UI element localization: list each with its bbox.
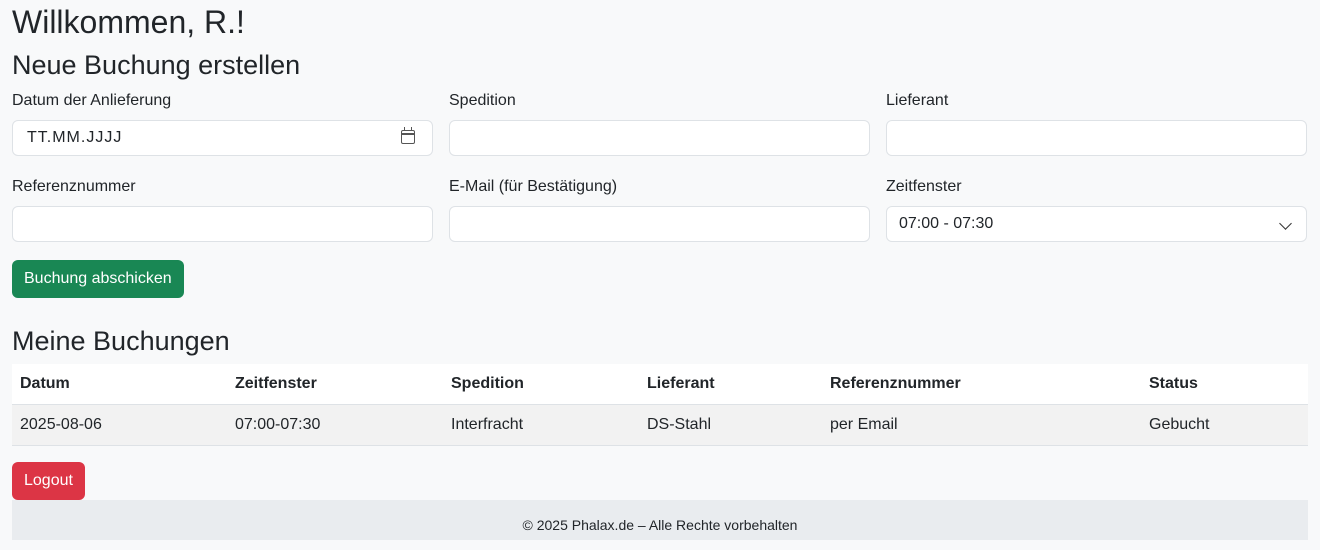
zeitfenster-label: Zeitfenster <box>886 178 962 195</box>
footer-text: © 2025 Phalax.de – Alle Rechte vorbehalt… <box>522 517 798 533</box>
column-header-referenznummer: Referenznummer <box>822 364 1141 405</box>
date-placeholder: TT.MM.JJJJ <box>27 129 123 146</box>
column-header-spedition: Spedition <box>443 364 639 405</box>
column-header-lieferant: Lieferant <box>639 364 822 405</box>
referenz-input[interactable] <box>12 206 433 242</box>
spedition-label: Spedition <box>449 92 516 109</box>
bookings-table: Datum Zeitfenster Spedition Lieferant Re… <box>12 364 1308 446</box>
email-label: E-Mail (für Bestätigung) <box>449 178 618 195</box>
date-field-group: Datum der Anlieferung TT.MM.JJJJ <box>12 90 433 156</box>
cell-datum: 2025-08-06 <box>12 404 227 446</box>
cell-zeitfenster: 07:00-07:30 <box>227 404 443 446</box>
email-input[interactable] <box>449 206 870 242</box>
column-header-zeitfenster: Zeitfenster <box>227 364 443 405</box>
cell-status: Gebucht <box>1141 404 1308 446</box>
spedition-input[interactable] <box>449 120 870 156</box>
table-header-row: Datum Zeitfenster Spedition Lieferant Re… <box>12 364 1308 405</box>
column-header-status: Status <box>1141 364 1308 405</box>
lieferant-label: Lieferant <box>886 92 949 109</box>
spedition-field-group: Spedition <box>449 90 870 156</box>
table-row: 2025-08-06 07:00-07:30 Interfracht DS-St… <box>12 404 1308 446</box>
calendar-icon[interactable] <box>401 127 415 144</box>
lieferant-field-group: Lieferant <box>886 90 1307 156</box>
page-footer: © 2025 Phalax.de – Alle Rechte vorbehalt… <box>12 500 1308 540</box>
zeitfenster-field-group: Zeitfenster 07:00 - 07:30 <box>886 176 1307 242</box>
referenz-field-group: Referenznummer <box>12 176 433 242</box>
my-bookings-heading: Meine Buchungen <box>12 326 230 356</box>
logout-button[interactable]: Logout <box>12 462 85 500</box>
date-input[interactable]: TT.MM.JJJJ <box>12 120 433 156</box>
email-field-group: E-Mail (für Bestätigung) <box>449 176 870 242</box>
zeitfenster-selected: 07:00 - 07:30 <box>899 215 994 232</box>
welcome-heading: Willkommen, R.! <box>12 4 245 40</box>
zeitfenster-select[interactable]: 07:00 - 07:30 <box>886 206 1307 242</box>
new-booking-heading: Neue Buchung erstellen <box>12 50 301 80</box>
submit-booking-button[interactable]: Buchung abschicken <box>12 260 184 298</box>
date-label: Datum der Anlieferung <box>12 92 172 109</box>
column-header-datum: Datum <box>12 364 227 405</box>
chevron-down-icon <box>1279 217 1292 230</box>
cell-referenznummer: per Email <box>822 404 1141 446</box>
lieferant-input[interactable] <box>886 120 1307 156</box>
referenz-label: Referenznummer <box>12 178 136 195</box>
cell-lieferant: DS-Stahl <box>639 404 822 446</box>
cell-spedition: Interfracht <box>443 404 639 446</box>
